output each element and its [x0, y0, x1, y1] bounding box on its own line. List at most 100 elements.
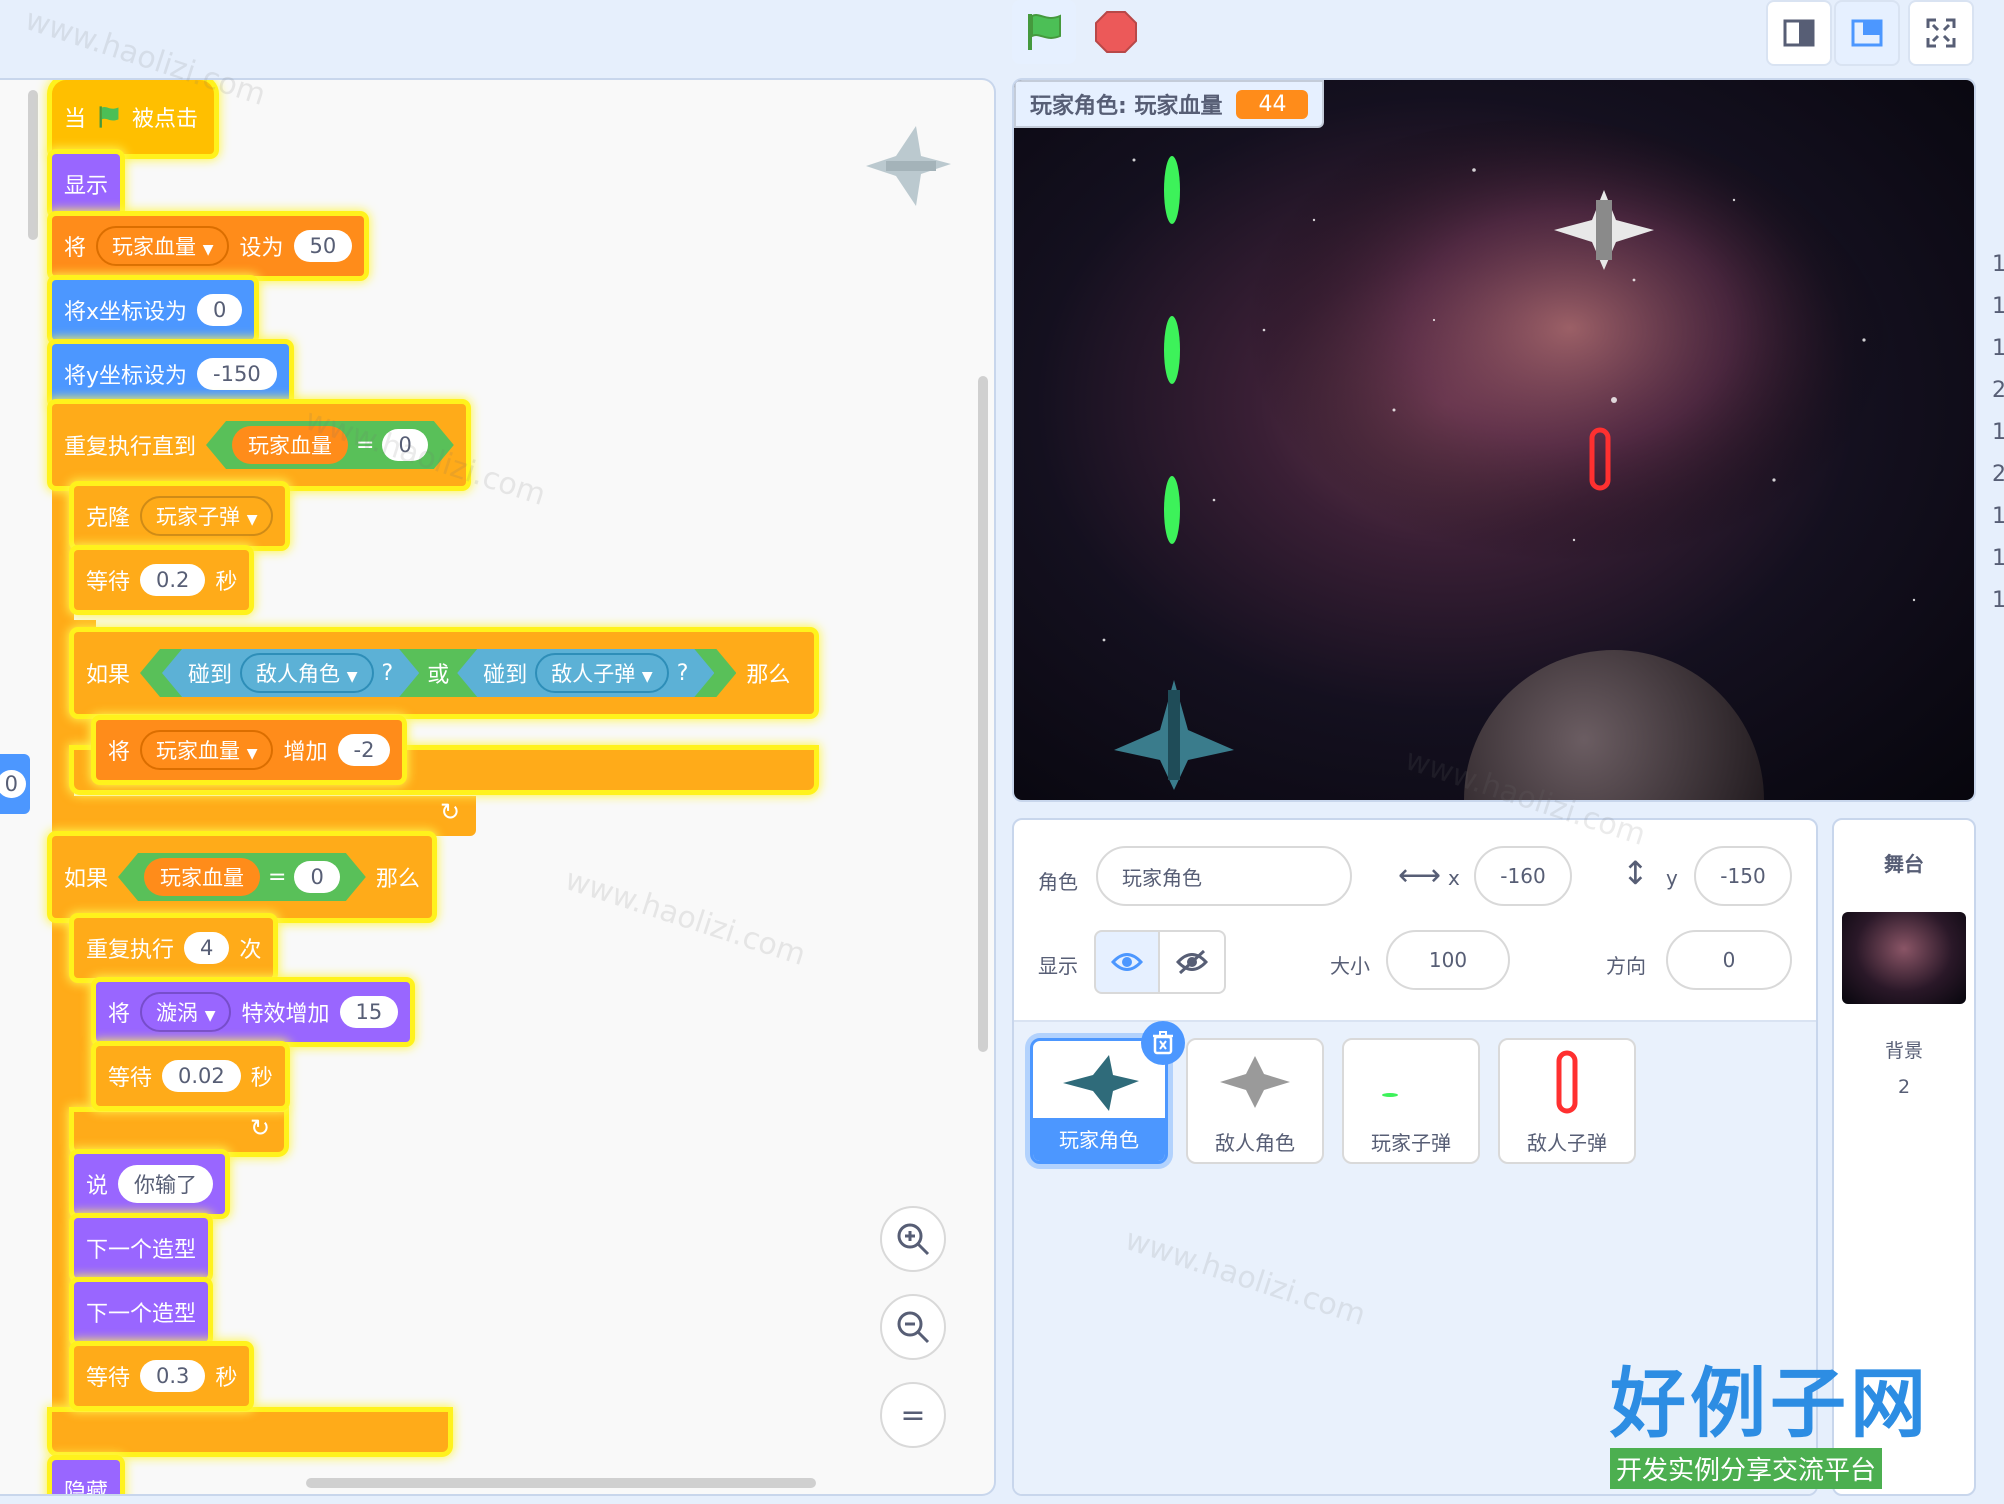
variable-dropdown[interactable]: 玩家血量 ▼ [140, 730, 274, 770]
x-value-input[interactable]: 0 [197, 294, 243, 326]
eye-slash-icon [1176, 949, 1208, 975]
show-label: 显示 [1038, 954, 1078, 978]
backdrop-count: 2 [1897, 1076, 1911, 1098]
monitor-label: 玩家角色: 玩家血量 [1030, 94, 1223, 119]
clone-target-dropdown[interactable]: 玩家子弹 ▼ [140, 496, 274, 536]
y-label: y [1666, 866, 1678, 890]
trash-icon [1153, 1031, 1173, 1055]
normal-stage-icon [1851, 19, 1883, 47]
wait-block[interactable]: 等待 0.2 秒 [74, 550, 250, 610]
vertical-scrollbar[interactable] [978, 376, 988, 1052]
direction-input[interactable]: 0 [1666, 930, 1792, 990]
wait-seconds-input[interactable]: 0.02 [162, 1060, 241, 1092]
touching-condition-2[interactable]: 碰到 敌人子弹 ▼ ? [457, 649, 714, 697]
variable-monitor[interactable]: 玩家角色: 玩家血量 44 [1014, 80, 1325, 128]
wait-block[interactable]: 等待 0.3 秒 [74, 1346, 250, 1406]
vertical-scroll-thumb-left[interactable] [28, 90, 38, 240]
show-visible-button[interactable] [1094, 930, 1160, 994]
sprite-info-panel: 角色 玩家角色 ⟷ x -160 ↕ y -150 显示 大小 100 方向 0 [1014, 820, 1816, 1022]
touch-target-dropdown-2[interactable]: 敌人子弹 ▼ [535, 653, 668, 693]
wait-seconds-input[interactable]: 0.3 [140, 1360, 206, 1392]
change-value-input[interactable]: -2 [337, 734, 391, 766]
effect-value-input[interactable]: 15 [339, 996, 399, 1028]
repeat-block[interactable]: 重复执行 4 次 [74, 918, 274, 978]
offscreen-value-pill[interactable]: 0 [0, 754, 30, 814]
if-touching-block[interactable]: 如果 碰到 敌人角色 ▼ ? 或 碰到 敌人子弹 ▼ ? 那么 [74, 632, 814, 714]
vertical-arrows-icon: ↕ [1622, 854, 1649, 892]
dropdown-arrow-icon: ▼ [202, 242, 214, 258]
when-flag-clicked-block[interactable]: 当 被点击 [52, 80, 214, 154]
effect-dropdown[interactable]: 漩涡 ▼ [140, 992, 232, 1032]
change-effect-block[interactable]: 将 漩涡 ▼ 特效增加 15 [96, 982, 411, 1042]
x-input[interactable]: -160 [1474, 846, 1572, 906]
size-input[interactable]: 100 [1386, 930, 1510, 990]
equals-operator[interactable]: 玩家血量 = 0 [206, 421, 454, 469]
variable-reporter[interactable]: 玩家血量 [232, 426, 348, 464]
y-value-input[interactable]: -150 [197, 358, 277, 390]
green-flag-button[interactable] [1012, 0, 1076, 64]
watermark-slogan: 开发实例分享交流平台 [1610, 1448, 1883, 1489]
compare-value-input[interactable]: 0 [382, 429, 427, 461]
say-block[interactable]: 说 你输了 [74, 1154, 226, 1214]
monitor-value: 44 [1236, 89, 1309, 119]
say-text-input[interactable]: 你输了 [118, 1165, 214, 1203]
zoom-in-icon [897, 1223, 930, 1256]
next-costume-block[interactable]: 下一个造型 [74, 1282, 209, 1342]
sprite-tile-enemy[interactable]: 敌人角色 [1186, 1038, 1324, 1164]
compare-value-input[interactable]: 0 [294, 861, 339, 893]
repeat-loop-icon: ↻ [250, 1114, 271, 1142]
stage-pane-title: 舞台 [1884, 852, 1924, 876]
repeat-until-block[interactable]: 重复执行直到 玩家血量 = 0 [52, 404, 466, 486]
code-area[interactable]: 0 ↻ ↻ 当 被点击 显示 将 玩家血量 ▼ 设为 50 将x坐标设为 0 将… [0, 78, 996, 1496]
set-x-block[interactable]: 将x坐标设为 0 [52, 280, 255, 340]
set-variable-block[interactable]: 将 玩家血量 ▼ 设为 50 [52, 216, 365, 276]
variable-reporter[interactable]: 玩家血量 [144, 858, 260, 896]
sprite-tile-enemy-bullet[interactable]: 敌人子弹 [1498, 1038, 1636, 1164]
stop-button[interactable] [1084, 0, 1148, 64]
set-y-block[interactable]: 将y坐标设为 -150 [52, 344, 289, 404]
next-costume-block[interactable]: 下一个造型 [74, 1218, 209, 1278]
wait-seconds-input[interactable]: 0.2 [140, 564, 206, 596]
green-flag-icon [1028, 14, 1061, 50]
fullscreen-button[interactable] [1908, 0, 1974, 66]
touching-condition-1[interactable]: 碰到 敌人角色 ▼ ? [162, 649, 419, 697]
repeat-count-input[interactable]: 4 [184, 932, 230, 964]
show-block[interactable]: 显示 [52, 154, 121, 214]
watermark-logo: 好例子网 开发实例分享交流平台 [1610, 1360, 1940, 1489]
small-stage-button[interactable] [1766, 0, 1832, 66]
sprite-tile-player[interactable]: 玩家角色 [1030, 1021, 1185, 1164]
repeat-until-footer [52, 796, 476, 836]
sprite-preview-icon [866, 126, 951, 206]
wait-block[interactable]: 等待 0.02 秒 [96, 1046, 285, 1106]
if-health-zero-block[interactable]: 如果 玩家血量 = 0 那么 [52, 836, 432, 918]
if2-arm [52, 850, 74, 1420]
variable-dropdown[interactable]: 玩家血量 ▼ [96, 226, 230, 266]
enemy-ship-thumbnail [1220, 1056, 1290, 1108]
x-label: x [1448, 866, 1460, 890]
equals-operator[interactable]: 玩家血量 = 0 [118, 853, 366, 901]
zoom-out-icon [897, 1311, 930, 1344]
change-variable-block[interactable]: 将 玩家血量 ▼ 增加 -2 [96, 720, 403, 780]
watermark-brand: 好例子网 [1610, 1359, 1930, 1448]
horizontal-scrollbar[interactable] [306, 1478, 816, 1488]
backdrop-label: 背景 [1884, 1040, 1923, 1062]
hide-block[interactable]: 隐藏 [52, 1460, 121, 1494]
delete-sprite-button[interactable] [1141, 1021, 1185, 1065]
y-input[interactable]: -150 [1694, 846, 1792, 906]
normal-stage-button[interactable] [1834, 0, 1900, 66]
set-value-input[interactable]: 50 [293, 230, 353, 262]
backdrop-thumbnail[interactable] [1842, 912, 1966, 1004]
stage-canvas[interactable]: 玩家角色: 玩家血量 44 [1012, 78, 1976, 802]
or-operator[interactable]: 碰到 敌人角色 ▼ ? 或 碰到 敌人子弹 ▼ ? [140, 649, 736, 697]
player-bullet-thumbnail [1382, 1093, 1398, 1097]
touch-target-dropdown-1[interactable]: 敌人角色 ▼ [240, 653, 373, 693]
zoom-out-button[interactable] [880, 1294, 946, 1360]
zoom-reset-button[interactable]: = [880, 1382, 946, 1448]
small-stage-icon [1783, 19, 1815, 47]
zoom-in-button[interactable] [880, 1206, 946, 1272]
sprite-tile-player-bullet[interactable]: 玩家子弹 [1342, 1038, 1480, 1164]
sprite-label: 角色 [1038, 870, 1078, 894]
create-clone-block[interactable]: 克隆 玩家子弹 ▼ [74, 486, 286, 546]
hide-button[interactable] [1160, 930, 1226, 994]
sprite-name-input[interactable]: 玩家角色 [1096, 846, 1352, 906]
